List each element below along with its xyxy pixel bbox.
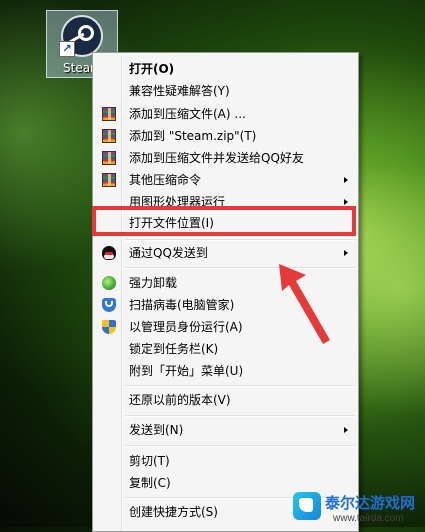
submenu-arrow-icon xyxy=(344,250,348,256)
winrar-icon xyxy=(102,151,116,165)
menu-item-restore-versions[interactable]: 还原以前的版本(V) xyxy=(95,389,356,411)
menu-item-label: 创建快捷方式(S) xyxy=(129,505,218,519)
submenu-arrow-icon xyxy=(344,199,348,205)
menu-item-other-compress[interactable]: 其他压缩命令 xyxy=(95,169,356,191)
menu-separator xyxy=(125,385,355,387)
menu-item-add-to-zip[interactable]: 添加到 "Steam.zip"(T) xyxy=(95,125,356,147)
highlight-box xyxy=(92,206,356,236)
menu-item-add-to-archive[interactable]: 添加到压缩文件(A) ... xyxy=(95,103,356,125)
watermark-title: 泰尔达游戏网 xyxy=(325,494,416,512)
menu-item-label: 兼容性疑难解答(Y) xyxy=(129,84,230,98)
menu-item-label: 复制(C) xyxy=(129,476,171,490)
menu-separator xyxy=(125,415,355,417)
winrar-icon xyxy=(102,173,116,187)
menu-item-label: 添加到 "Steam.zip"(T) xyxy=(129,129,257,143)
menu-item-label: 通过QQ发送到 xyxy=(129,246,208,260)
submenu-arrow-icon xyxy=(344,427,348,433)
annotation-arrow-icon xyxy=(279,264,330,344)
menu-separator xyxy=(125,445,355,447)
menu-item-label: 以管理员身份运行(A) xyxy=(129,320,243,334)
submenu-arrow-icon xyxy=(344,177,348,183)
menu-item-label: 打开(O) xyxy=(129,62,175,76)
menu-item-compat-troubleshoot[interactable]: 兼容性疑难解答(Y) xyxy=(95,80,356,102)
menu-item-label: 剪切(T) xyxy=(129,454,170,468)
menu-item-label: 添加到压缩文件并发送给QQ好友 xyxy=(129,151,304,165)
menu-item-open[interactable]: 打开(O) xyxy=(95,58,356,80)
uac-shield-icon xyxy=(102,320,116,334)
menu-item-label: 锁定到任务栏(K) xyxy=(129,342,219,356)
menu-item-label: 扫描病毒(电脑管家) xyxy=(129,298,235,312)
menu-item-label: 添加到压缩文件(A) ... xyxy=(129,107,246,121)
menu-item-label: 还原以前的版本(V) xyxy=(129,393,231,407)
menu-item-send-via-qq[interactable]: 通过QQ发送到 xyxy=(95,242,356,264)
menu-item-send-to[interactable]: 发送到(N) xyxy=(95,419,356,441)
winrar-icon xyxy=(102,107,116,121)
menu-separator xyxy=(125,239,355,241)
menu-item-label: 其他压缩命令 xyxy=(129,173,202,187)
shortcut-arrow-icon: ↗ xyxy=(59,41,75,57)
shield-icon xyxy=(102,298,116,312)
site-logo-icon xyxy=(293,492,321,520)
menu-item-cut[interactable]: 剪切(T) xyxy=(95,450,356,472)
uninstall-icon xyxy=(102,276,116,290)
watermark-url: www.tairda.com xyxy=(333,513,404,524)
menu-item-label: 附到「开始」菜单(U) xyxy=(129,364,244,378)
menu-item-label: 发送到(N) xyxy=(129,423,184,437)
site-watermark: 泰尔达游戏网 www.tairda.com xyxy=(293,484,425,527)
menu-item-label: 强力卸载 xyxy=(129,276,178,290)
menu-item-pin-start[interactable]: 附到「开始」菜单(U) xyxy=(95,360,356,382)
winrar-icon xyxy=(102,129,116,143)
qq-icon xyxy=(102,246,116,260)
menu-item-compress-send-qq[interactable]: 添加到压缩文件并发送给QQ好友 xyxy=(95,147,356,169)
